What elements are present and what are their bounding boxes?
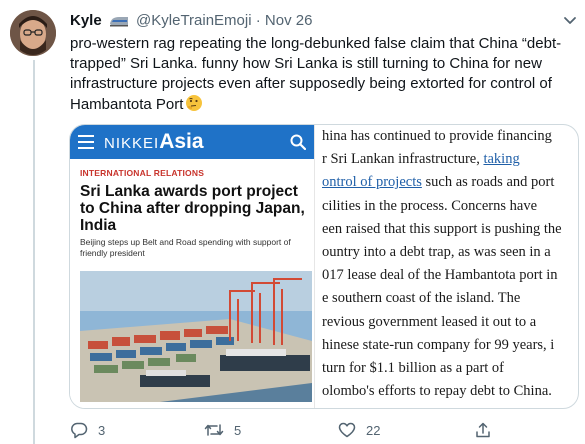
article-line: hina has continued to provide financing bbox=[322, 128, 552, 144]
article-line: een raised that this support is pushing … bbox=[322, 220, 562, 237]
article-line: ontrol of projects such as roads and por… bbox=[322, 171, 578, 194]
like-button[interactable]: 22 bbox=[338, 420, 380, 440]
nikkei-article-screenshot: NIKKEIAsia INTERNATIONAL RELATIONS Sri L… bbox=[70, 125, 315, 408]
retweet-count: 5 bbox=[234, 422, 242, 438]
more-options-icon[interactable] bbox=[560, 10, 580, 30]
article-line: cilities in the process. Concerns have bbox=[322, 197, 538, 214]
reply-button[interactable]: 3 bbox=[70, 420, 105, 440]
tweet-text: pro-western rag repeating the long-debun… bbox=[70, 34, 580, 118]
article-line: r Sri Lankan infrastructure, taking bbox=[322, 148, 578, 171]
share-button[interactable] bbox=[474, 420, 492, 440]
train-emoji-icon bbox=[109, 14, 129, 34]
article-line-text: r Sri Lankan infrastructure, bbox=[322, 151, 484, 168]
article-excerpt: hina has continued to provide financing … bbox=[322, 125, 578, 408]
nikkei-logo: NIKKEIAsia bbox=[104, 130, 204, 154]
link-card[interactable]: NIKKEIAsia INTERNATIONAL RELATIONS Sri L… bbox=[69, 124, 579, 409]
display-name[interactable]: Kyle bbox=[70, 12, 102, 29]
thread-line bbox=[33, 60, 35, 444]
article-line: revious government leased it out to a bbox=[322, 313, 537, 330]
reply-icon bbox=[70, 421, 88, 439]
heart-icon bbox=[338, 421, 356, 439]
article-line: ountry into a debt trap, as was seen in … bbox=[322, 244, 551, 261]
tweet-header: Kyle @KyleTrainEmoji · Nov 26 bbox=[70, 11, 312, 31]
reply-count: 3 bbox=[98, 422, 106, 438]
nikkei-header-bar: NIKKEIAsia bbox=[70, 125, 314, 159]
article-line: hinese state-run company for 99 years, i bbox=[322, 336, 555, 353]
thinking-face-icon bbox=[185, 94, 203, 118]
tweet[interactable]: Kyle @KyleTrainEmoji · Nov 26 pro-wester… bbox=[0, 0, 585, 444]
search-icon bbox=[290, 134, 307, 151]
section-label: INTERNATIONAL RELATIONS bbox=[80, 168, 205, 178]
article-line: olombo's efforts to repay debt to China. bbox=[322, 383, 552, 400]
port-photo bbox=[80, 271, 312, 402]
tweet-text-content: pro-western rag repeating the long-debun… bbox=[70, 35, 562, 113]
separator-dot: · bbox=[255, 12, 261, 29]
article-link: ontrol of projects bbox=[322, 174, 422, 191]
article-link: taking bbox=[483, 151, 520, 168]
logo-asia-text: Asia bbox=[159, 130, 204, 153]
article-line: turn for $1.1 billion as a part of bbox=[322, 360, 505, 377]
article-paragraph: hina has continued to provide financing … bbox=[322, 125, 578, 403]
like-count: 22 bbox=[366, 422, 381, 438]
retweet-icon bbox=[204, 421, 224, 439]
menu-icon bbox=[78, 135, 94, 149]
article-line: e southern coast of the island. The bbox=[322, 290, 521, 307]
article-headline: Sri Lanka awards port project to China a… bbox=[80, 183, 305, 234]
retweet-button[interactable]: 5 bbox=[204, 420, 241, 440]
share-icon bbox=[474, 421, 492, 439]
article-subheadline: Beijing steps up Belt and Road spending … bbox=[80, 237, 291, 258]
avatar[interactable] bbox=[10, 10, 56, 56]
tweet-date[interactable]: Nov 26 bbox=[265, 12, 313, 29]
tweet-actions: 3 5 22 bbox=[70, 420, 580, 444]
user-handle[interactable]: @KyleTrainEmoji bbox=[136, 12, 252, 29]
article-line-text: such as roads and port bbox=[421, 174, 555, 191]
logo-nikkei-text: NIKKEI bbox=[104, 135, 160, 152]
article-line: 017 lease deal of the Hambantota port in bbox=[322, 267, 558, 284]
